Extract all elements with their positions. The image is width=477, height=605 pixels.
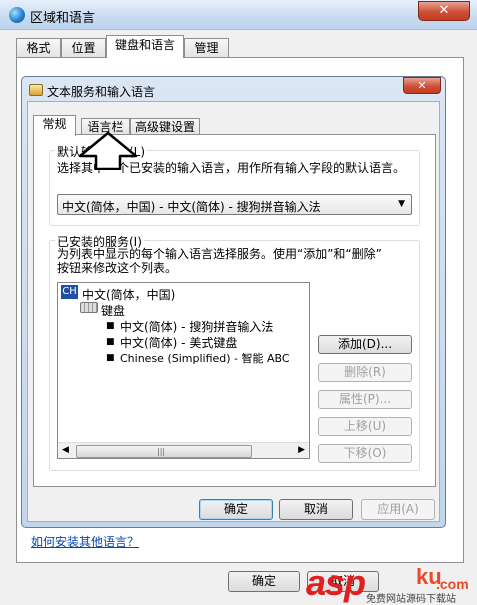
default-language-dropdown[interactable]: 中文(简体，中国) - 中文(简体) - 搜狗拼音输入法 ▼ (57, 194, 412, 215)
dialog-ok-button[interactable]: 确定 (199, 499, 273, 520)
outer-close-button[interactable]: ✕ (418, 1, 470, 21)
tree-horizontal-scrollbar[interactable]: ◀ ||| ▶ (58, 442, 309, 458)
scrollbar-thumb[interactable]: ||| (76, 445, 252, 458)
bullet-icon: ■ (106, 337, 115, 347)
dialog-cancel-button[interactable]: 取消 (279, 499, 353, 520)
move-down-button[interactable]: 下移(O) (318, 444, 412, 463)
globe-icon (9, 7, 25, 23)
remove-button[interactable]: 删除(R) (318, 363, 412, 382)
installed-services-description-1: 为列表中显示的每个输入语言选择服务。使用“添加”和“删除” (57, 247, 382, 261)
chevron-down-icon: ▼ (398, 199, 405, 209)
language-badge-icon: CH (61, 285, 78, 299)
tab-location[interactable]: 位置 (61, 38, 106, 57)
watermark-brand: asp (306, 562, 366, 603)
tab-format[interactable]: 格式 (16, 38, 61, 57)
tree-node-language[interactable]: 中文(简体，中国) (82, 286, 175, 303)
keyboard-icon (80, 302, 98, 313)
dialog-apply-button[interactable]: 应用(A) (361, 499, 435, 520)
move-up-button[interactable]: 上移(U) (318, 417, 412, 436)
grip-icon: ||| (157, 447, 166, 456)
outer-title-bar: 区域和语言 (0, 0, 477, 30)
properties-button[interactable]: 属性(P)... (318, 390, 412, 409)
tab-advanced-key-settings[interactable]: 高级键设置 (130, 118, 200, 135)
watermark-caption: 免费网站源码下载站 (366, 594, 456, 605)
bullet-icon: ■ (106, 353, 115, 363)
tab-keyboards-and-languages[interactable]: 键盘和语言 (106, 35, 184, 58)
install-languages-link[interactable]: 如何安装其他语言？ (31, 533, 139, 550)
dropdown-selected-value: 中文(简体，中国) - 中文(简体) - 搜狗拼音输入法 (62, 200, 321, 214)
add-button[interactable]: 添加(D)... (318, 335, 412, 354)
tab-administrative[interactable]: 管理 (184, 38, 229, 57)
service-item[interactable]: 中文(简体) - 搜狗拼音输入法 (120, 318, 273, 335)
scroll-right-icon[interactable]: ▶ (298, 445, 305, 455)
tab-general[interactable]: 常规 (33, 115, 76, 136)
bullet-icon: ■ (106, 321, 115, 331)
dialog-title: 文本服务和输入语言 (47, 85, 156, 99)
dialog-close-button[interactable]: ✕ (403, 77, 441, 94)
annotation-arrow-icon (78, 132, 138, 170)
watermark-logo: asp ku .com 免费网站源码下载站 (306, 562, 474, 605)
service-item[interactable]: Chinese (Simplified) - 智能 ABC (120, 350, 290, 366)
tree-node-keyboard[interactable]: 键盘 (101, 302, 125, 319)
scroll-left-icon[interactable]: ◀ (62, 445, 69, 455)
outer-window-title: 区域和语言 (30, 11, 96, 26)
outer-ok-button[interactable]: 确定 (228, 571, 300, 592)
keyboard-icon (29, 84, 43, 96)
service-item[interactable]: 中文(简体) - 美式键盘 (120, 334, 237, 351)
installed-services-description-2: 按钮来修改这个列表。 (57, 261, 178, 275)
